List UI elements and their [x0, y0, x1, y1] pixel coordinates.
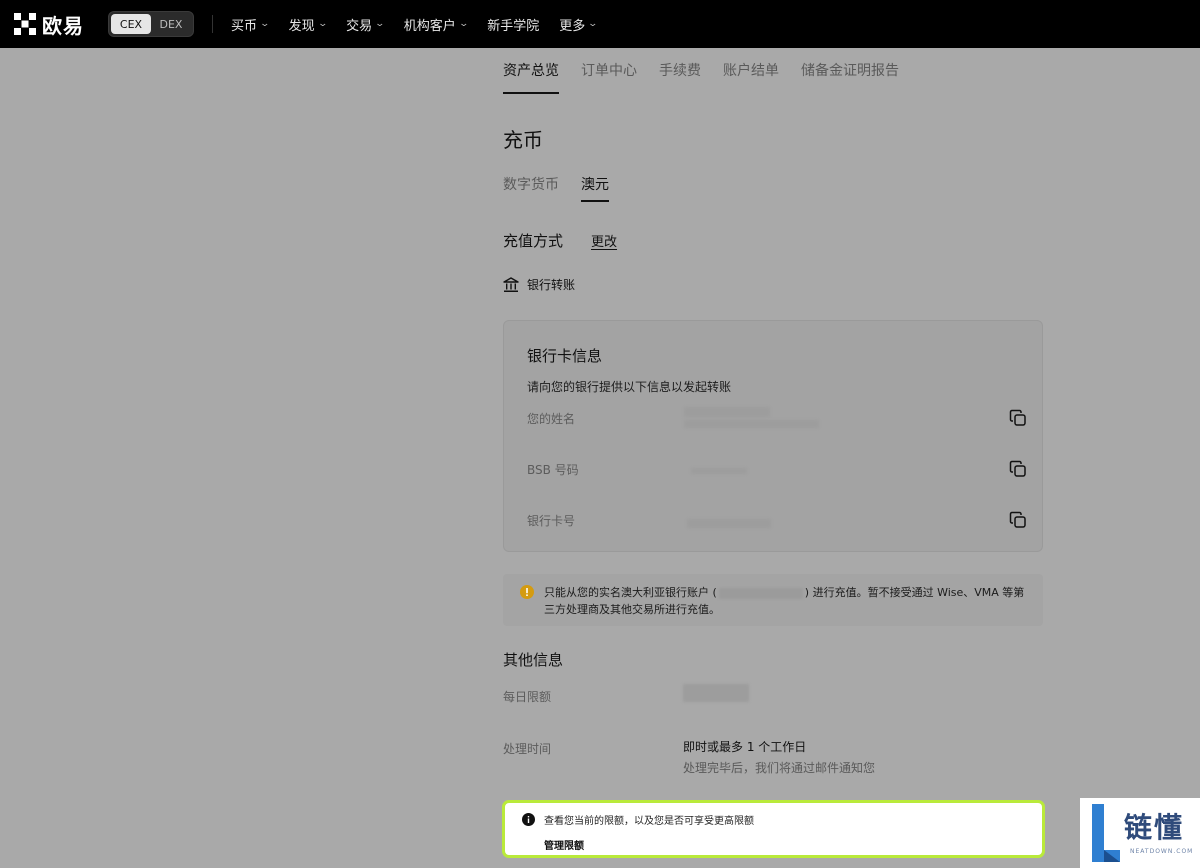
bsb-label: BSB 号码: [527, 463, 579, 477]
nav-divider: [212, 15, 213, 33]
account-number-row: 银行卡号: [527, 509, 1027, 533]
asset-tabs: 资产总览 订单中心 手续费 账户结单 储备金证明报告: [503, 48, 921, 94]
deposit-method-label: 充值方式: [503, 232, 564, 250]
manage-limits-link[interactable]: 管理限额: [544, 837, 584, 852]
nav-label: 机构客户: [403, 18, 456, 34]
warning-text: 只能从您的实名澳大利亚银行账户 () 进行充值。暂不接受通过 Wise、VMA …: [544, 584, 1029, 618]
limit-notice-text: 查看您当前的限额，以及您是否可享受更高限额: [544, 816, 754, 827]
other-info-title: 其他信息: [503, 651, 564, 669]
deposit-method-row: 充值方式 更改: [503, 230, 617, 251]
bank-transfer-label: 银行转账: [527, 278, 576, 292]
bank-info-title: 银行卡信息: [527, 347, 603, 365]
brand-name: 欧易: [42, 13, 84, 38]
nav-label: 发现: [288, 18, 315, 34]
processing-time-row: 处理时间 即时或最多 1 个工作日 处理完毕后，我们将通过邮件通知您: [503, 738, 875, 775]
nav-item-discover[interactable]: 发现 ⌄: [288, 15, 328, 34]
processing-time-note: 处理完毕后，我们将通过邮件通知您: [683, 761, 876, 775]
bank-info-card: 银行卡信息 请向您的银行提供以下信息以发起转账 您的姓名 BSB 号码 银行卡号: [503, 320, 1043, 552]
nav-item-institutional[interactable]: 机构客户 ⌄: [403, 15, 469, 34]
watermark: 链懂 NEATDOWN.COM: [1080, 798, 1200, 868]
redacted-account-name: [718, 587, 803, 599]
tab-proof-of-reserves[interactable]: 储备金证明报告: [801, 48, 899, 92]
main-nav: 买币 ⌄ 发现 ⌄ 交易 ⌄ 机构客户 ⌄ 新手学院 更多 ⌄: [231, 15, 617, 34]
daily-limit-label: 每日限额: [503, 690, 552, 704]
name-row: 您的姓名: [527, 407, 1027, 431]
tab-statements[interactable]: 账户结单: [723, 48, 779, 92]
bank-icon: [503, 276, 519, 292]
warning-icon: [520, 585, 534, 599]
tab-crypto[interactable]: 数字货币: [503, 174, 559, 202]
change-method-link[interactable]: 更改: [591, 231, 617, 250]
top-nav-bar: 欧易 CEX DEX 买币 ⌄ 发现 ⌄ 交易 ⌄ 机构客户 ⌄ 新手学院 更多 ⌄: [0, 0, 1200, 48]
nav-item-academy[interactable]: 新手学院: [487, 15, 539, 34]
nav-label: 买币: [231, 18, 258, 34]
nav-label: 新手学院: [487, 18, 540, 34]
nav-item-more[interactable]: 更多 ⌄: [559, 15, 599, 34]
nav-label: 更多: [559, 18, 586, 34]
copy-name-button[interactable]: [1009, 409, 1027, 431]
nav-label: 交易: [346, 18, 373, 34]
watermark-name: 链懂: [1124, 811, 1185, 844]
cex-dex-toggle: CEX DEX: [108, 11, 194, 37]
selected-method: 银行转账: [503, 276, 575, 293]
info-icon: [522, 813, 535, 826]
bank-info-description: 请向您的银行提供以下信息以发起转账: [527, 380, 732, 394]
nav-item-buy[interactable]: 买币 ⌄: [231, 15, 271, 34]
copy-icon: [1009, 460, 1026, 477]
redacted-bsb-value: [691, 468, 747, 474]
chevron-down-icon: ⌄: [458, 19, 469, 29]
chevron-down-icon: ⌄: [259, 19, 271, 29]
copy-bsb-button[interactable]: [1009, 460, 1027, 482]
tab-order-center[interactable]: 订单中心: [581, 48, 637, 92]
cex-toggle-button[interactable]: CEX: [111, 14, 151, 34]
copy-icon: [1009, 511, 1026, 528]
nav-item-trade[interactable]: 交易 ⌄: [346, 15, 386, 34]
bsb-row: BSB 号码: [527, 458, 1027, 482]
watermark-url: NEATDOWN.COM: [1130, 848, 1194, 855]
redacted-name-value: [684, 407, 770, 417]
account-number-label: 银行卡号: [527, 514, 576, 528]
processing-time-value: 即时或最多 1 个工作日: [683, 740, 807, 754]
processing-time-label: 处理时间: [503, 742, 552, 756]
okx-logo-icon: [14, 13, 36, 35]
warning-text-part: 只能从您的实名澳大利亚银行账户 (: [544, 586, 717, 599]
deposit-type-tabs: 数字货币 澳元: [503, 174, 631, 202]
page-title: 充币: [503, 128, 543, 152]
deposit-warning: 只能从您的实名澳大利亚银行账户 () 进行充值。暂不接受通过 Wise、VMA …: [503, 574, 1043, 626]
redacted-name-value: [684, 420, 819, 428]
copy-icon: [1009, 409, 1026, 426]
main-content: 资产总览 订单中心 手续费 账户结单 储备金证明报告 充币 数字货币 澳元 充值…: [0, 48, 1200, 868]
redacted-daily-limit: [683, 684, 749, 702]
chevron-down-icon: ⌄: [317, 19, 328, 29]
daily-limit-row: 每日限额: [503, 684, 749, 705]
copy-account-button[interactable]: [1009, 511, 1027, 533]
redacted-account-value: [687, 519, 771, 528]
limit-notice: 查看您当前的限额，以及您是否可享受更高限额 管理限额: [502, 800, 1045, 858]
chevron-down-icon: ⌄: [587, 19, 599, 29]
tab-aud[interactable]: 澳元: [581, 174, 609, 202]
watermark-logo-icon: [1092, 804, 1120, 862]
tab-asset-overview[interactable]: 资产总览: [503, 48, 559, 94]
brand-logo[interactable]: 欧易: [14, 10, 84, 39]
dex-toggle-button[interactable]: DEX: [151, 14, 191, 34]
name-label: 您的姓名: [527, 412, 576, 426]
chevron-down-icon: ⌄: [374, 19, 386, 29]
tab-fees[interactable]: 手续费: [659, 48, 701, 92]
